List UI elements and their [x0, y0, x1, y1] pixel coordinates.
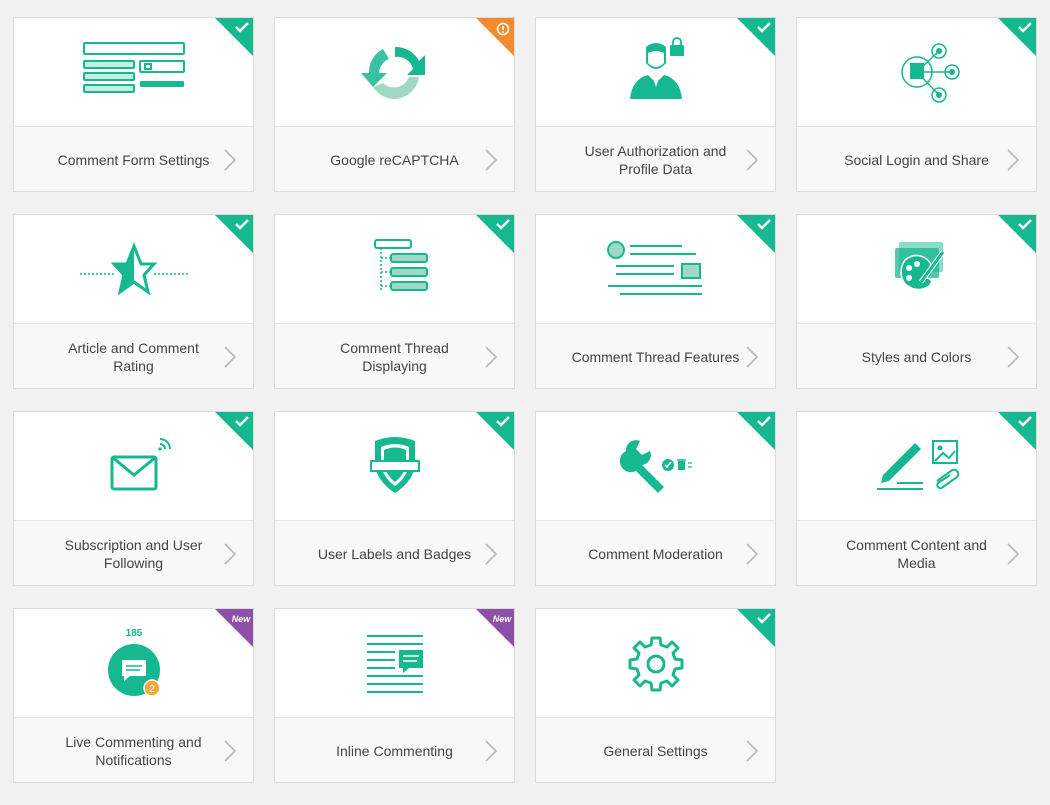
card-title: Styles and Colors	[861, 348, 972, 365]
status-warning-badge	[476, 18, 514, 56]
new-badge-label: New	[232, 614, 252, 624]
card-user-authorization[interactable]: User Authorization and Profile Data	[535, 17, 776, 192]
card-article-comment-rating[interactable]: Article and Comment Rating	[13, 214, 254, 389]
card-footer: Inline Commenting	[275, 717, 514, 782]
card-live-commenting[interactable]: 185 2 Live Commenting and Notifications …	[13, 608, 254, 783]
card-comment-form-settings[interactable]: Comment Form Settings	[13, 17, 254, 192]
card-google-recaptcha[interactable]: Google reCAPTCHA	[274, 17, 515, 192]
status-check-badge	[215, 215, 253, 253]
card-title: Comment Thread Features	[571, 348, 740, 365]
chevron-right-icon	[746, 542, 759, 565]
status-check-badge	[998, 215, 1036, 253]
chevron-right-icon	[224, 542, 237, 565]
status-check-badge	[215, 412, 253, 450]
star-rating-icon	[79, 241, 188, 296]
status-check-badge	[737, 609, 775, 647]
card-title: Social Login and Share	[844, 151, 989, 168]
inline-comment-icon	[366, 635, 423, 693]
chevron-right-icon	[224, 739, 237, 762]
shield-badge-icon	[369, 437, 420, 493]
palette-icon	[894, 242, 945, 291]
card-title: Comment Moderation	[588, 545, 723, 562]
form-layout-icon	[82, 42, 185, 93]
card-footer: Comment Thread Features	[536, 323, 775, 388]
status-new-badge: New	[476, 609, 514, 647]
card-title: Inline Commenting	[336, 742, 453, 759]
card-title: Live Commenting and Notifications	[65, 733, 202, 768]
chevron-right-icon	[746, 148, 759, 171]
notification-count: 2	[149, 684, 155, 695]
card-footer: Live Commenting and Notifications	[14, 717, 253, 782]
settings-grid: Comment Form Settings Google reCAPTCHA U…	[13, 17, 1039, 783]
card-footer: User Labels and Badges	[275, 520, 514, 585]
chevron-right-icon	[224, 148, 237, 171]
comment-count: 185	[125, 628, 142, 639]
envelope-icon	[110, 438, 171, 491]
card-title: Google reCAPTCHA	[330, 151, 459, 168]
card-footer: General Settings	[536, 717, 775, 782]
chevron-right-icon	[746, 345, 759, 368]
status-check-badge	[476, 412, 514, 450]
card-footer: Social Login and Share	[797, 126, 1036, 191]
user-lock-icon	[629, 37, 684, 99]
recaptcha-icon	[360, 46, 425, 100]
gear-icon	[628, 636, 683, 692]
chevron-right-icon	[485, 542, 498, 565]
card-inline-commenting[interactable]: Inline Commenting New	[274, 608, 515, 783]
card-comment-thread-features[interactable]: Comment Thread Features	[535, 214, 776, 389]
card-footer: User Authorization and Profile Data	[536, 126, 775, 191]
card-title: Subscription and User Following	[64, 536, 203, 571]
chevron-right-icon	[485, 345, 498, 368]
status-check-badge	[737, 215, 775, 253]
pencil-media-icon	[876, 440, 959, 490]
card-styles-colors[interactable]: Styles and Colors	[796, 214, 1037, 389]
card-title: User Labels and Badges	[317, 545, 472, 562]
card-general-settings[interactable]: General Settings	[535, 608, 776, 783]
chevron-right-icon	[224, 345, 237, 368]
status-check-badge	[998, 412, 1036, 450]
card-footer: Subscription and User Following	[14, 520, 253, 585]
card-footer: Comment Content and Media	[797, 520, 1036, 585]
card-user-labels-badges[interactable]: User Labels and Badges	[274, 411, 515, 586]
card-footer: Comment Thread Displaying	[275, 323, 514, 388]
status-check-badge	[476, 215, 514, 253]
chevron-right-icon	[746, 739, 759, 762]
card-footer: Comment Moderation	[536, 520, 775, 585]
wrench-icon	[619, 440, 692, 493]
chevron-right-icon	[1007, 345, 1020, 368]
card-title: Comment Content and Media	[846, 536, 987, 571]
card-comment-thread-displaying[interactable]: Comment Thread Displaying	[274, 214, 515, 389]
card-social-login[interactable]: Social Login and Share	[796, 17, 1037, 192]
new-badge-label: New	[493, 614, 513, 624]
card-title: General Settings	[603, 742, 708, 759]
chevron-right-icon	[1007, 542, 1020, 565]
social-network-icon	[900, 43, 960, 103]
status-check-badge	[998, 18, 1036, 56]
card-comment-moderation[interactable]: Comment Moderation	[535, 411, 776, 586]
status-new-badge: New	[215, 609, 253, 647]
card-footer: Google reCAPTCHA	[275, 126, 514, 191]
card-footer: Comment Form Settings	[14, 126, 253, 191]
chevron-right-icon	[1007, 148, 1020, 171]
live-chat-icon: 185 2	[107, 628, 161, 697]
card-title: Article and Comment Rating	[68, 339, 199, 374]
status-check-badge	[737, 18, 775, 56]
card-footer: Styles and Colors	[797, 323, 1036, 388]
status-check-badge	[215, 18, 253, 56]
card-title: User Authorization and Profile Data	[584, 142, 727, 177]
status-check-badge	[737, 412, 775, 450]
card-title: Comment Form Settings	[57, 151, 210, 168]
card-footer: Article and Comment Rating	[14, 323, 253, 388]
card-title: Comment Thread Displaying	[340, 339, 449, 374]
chevron-right-icon	[485, 148, 498, 171]
card-subscription-following[interactable]: Subscription and User Following	[13, 411, 254, 586]
card-comment-content-media[interactable]: Comment Content and Media	[796, 411, 1037, 586]
thread-features-icon	[606, 241, 702, 295]
chevron-right-icon	[485, 739, 498, 762]
thread-tree-icon	[373, 239, 428, 292]
